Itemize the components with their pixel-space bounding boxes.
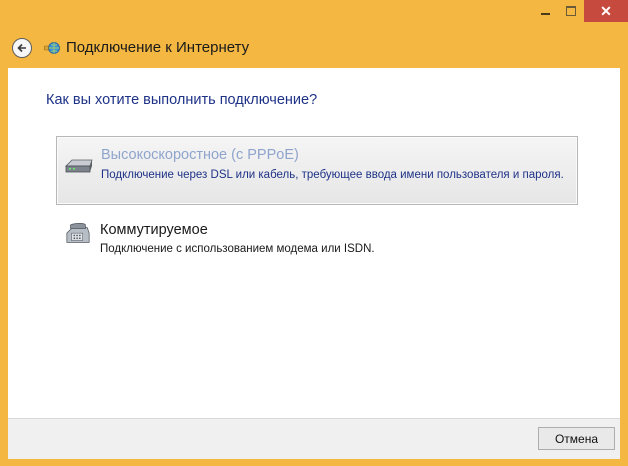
wizard-content: Как вы хотите выполнить подключение? Выс… (8, 68, 620, 418)
option-description: Подключение с использованием модема или … (100, 243, 375, 255)
close-icon: ✕ (600, 3, 612, 19)
window-title: Подключение к Интернету (66, 39, 250, 56)
maximize-button[interactable] (558, 0, 584, 22)
dialup-phone-icon (66, 222, 90, 243)
page-question: Как вы хотите выполнить подключение? (46, 92, 318, 108)
internet-connection-icon (44, 42, 60, 54)
minimize-button[interactable] (532, 0, 558, 22)
option-title: Высокоскоростное (с PPPoE) (101, 147, 299, 163)
wizard-footer: Отмена (8, 418, 620, 459)
option-title: Коммутируемое (100, 222, 208, 238)
wizard-window: ✕ Подключение к Интернету Как вы хотите … (0, 0, 628, 466)
back-arrow-icon (17, 43, 26, 53)
minimize-icon (540, 13, 550, 15)
option-description: Подключение через DSL или кабель, требую… (101, 169, 564, 181)
cancel-button[interactable]: Отмена (538, 427, 615, 450)
close-button[interactable]: ✕ (584, 0, 628, 22)
option-dialup[interactable]: Коммутируемое Подключение с использовани… (56, 218, 578, 268)
title-bar[interactable]: ✕ (0, 0, 628, 30)
broadband-modem-icon (65, 159, 93, 173)
maximize-icon (566, 6, 576, 16)
back-button[interactable] (12, 38, 32, 58)
option-broadband[interactable]: Высокоскоростное (с PPPoE) Подключение ч… (56, 136, 578, 205)
